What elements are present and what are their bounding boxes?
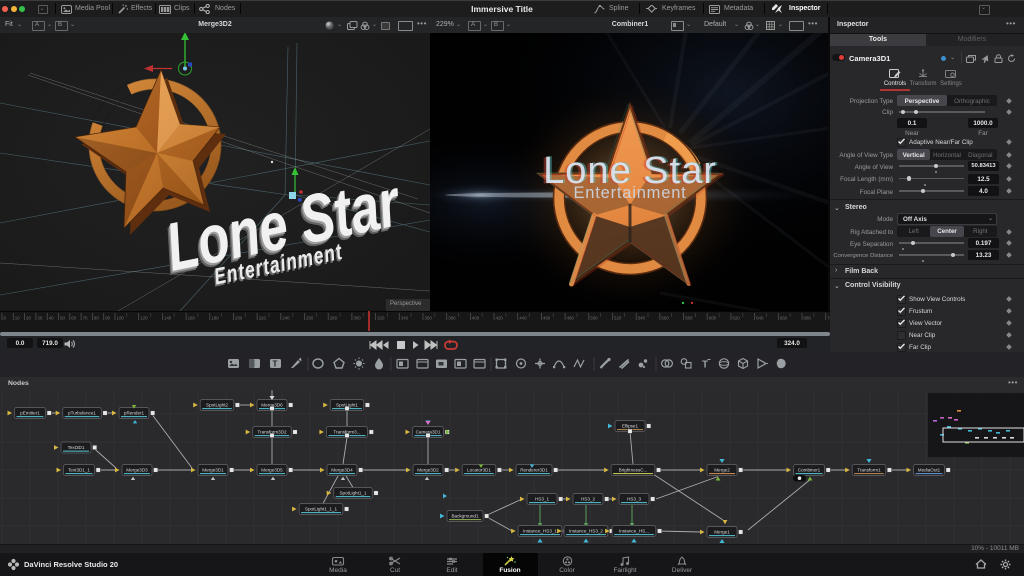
svg-text:440: 440 (519, 316, 527, 321)
svg-text:BrightnessC...: BrightnessC... (619, 468, 648, 473)
svg-text:360: 360 (425, 316, 433, 321)
svg-text:Instance_HS3_2: Instance_HS3_2 (569, 529, 603, 534)
svg-text:200: 200 (235, 316, 243, 321)
svg-text:680: 680 (804, 316, 812, 321)
svg-text:700: 700 (827, 316, 830, 321)
svg-text:HS3_2: HS3_2 (581, 497, 595, 502)
svg-text:Instance_HS3_1: Instance_HS3_1 (523, 529, 557, 534)
svg-text:540: 540 (638, 316, 646, 321)
svg-text:Background1: Background1 (451, 514, 479, 519)
svg-text:160: 160 (188, 316, 196, 321)
svg-text:Text3D1_1: Text3D1_1 (68, 468, 90, 473)
svg-text:SpotLight1_1_1: SpotLight1_1_1 (305, 507, 338, 512)
svg-text:80: 80 (94, 316, 99, 321)
svg-text:SpotLight2: SpotLight2 (206, 403, 228, 408)
svg-text:Renderer3D1: Renderer3D1 (520, 468, 548, 473)
svg-text:240: 240 (282, 316, 290, 321)
svg-text:640: 640 (756, 316, 764, 321)
svg-text:30: 30 (37, 316, 42, 321)
svg-text:Text3D1: Text3D1 (68, 445, 85, 450)
svg-text:620: 620 (732, 316, 740, 321)
svg-text:600: 600 (709, 316, 717, 321)
svg-text:Ellipse1: Ellipse1 (622, 424, 639, 429)
svg-text:480: 480 (567, 316, 575, 321)
svg-text:Locator3D1: Locator3D1 (467, 468, 491, 473)
svg-text:50: 50 (60, 316, 65, 321)
svg-text:10: 10 (15, 316, 20, 321)
svg-text:340: 340 (401, 316, 409, 321)
svg-text:280: 280 (330, 316, 338, 321)
svg-text:320: 320 (377, 316, 385, 321)
svg-text:100: 100 (117, 316, 125, 321)
svg-text:Transform1: Transform1 (857, 468, 881, 473)
svg-text:Instance_HS...: Instance_HS... (619, 529, 649, 534)
svg-text:70: 70 (83, 316, 88, 321)
svg-text:SpotLight1_1: SpotLight1_1 (339, 491, 367, 496)
svg-text:500: 500 (590, 316, 598, 321)
svg-text:Merge2: Merge2 (714, 468, 730, 473)
svg-text:260: 260 (306, 316, 314, 321)
svg-text:pRender1: pRender1 (124, 411, 145, 416)
svg-text:HS3_3: HS3_3 (627, 497, 641, 502)
svg-text:MediaOut1: MediaOut1 (918, 468, 941, 473)
svg-text:120: 120 (140, 316, 148, 321)
svg-text:Merge3D3: Merge3D3 (126, 468, 148, 473)
svg-text:T: T (702, 360, 708, 371)
svg-text:400: 400 (472, 316, 480, 321)
svg-text:90: 90 (105, 316, 110, 321)
svg-text:40: 40 (49, 316, 54, 321)
svg-text:140: 140 (164, 316, 172, 321)
svg-text:Merge3D1: Merge3D1 (202, 468, 224, 473)
svg-text:pEmitter1: pEmitter1 (20, 411, 40, 416)
svg-text:0: 0 (4, 316, 7, 321)
svg-text:Merge3D4: Merge3D4 (331, 468, 353, 473)
svg-text:Merge1: Merge1 (714, 530, 730, 535)
svg-text:20: 20 (26, 316, 31, 321)
svg-text:300: 300 (353, 316, 361, 321)
svg-text:60: 60 (71, 316, 76, 321)
svg-text:660: 660 (780, 316, 788, 321)
svg-text:T: T (273, 360, 278, 369)
svg-text:Entertainment: Entertainment (573, 184, 686, 202)
svg-text:460: 460 (543, 316, 551, 321)
svg-text:Merge3D5: Merge3D5 (261, 468, 283, 473)
svg-text:420: 420 (496, 316, 504, 321)
svg-text:Combiner1: Combiner1 (798, 468, 821, 473)
svg-text:180: 180 (211, 316, 219, 321)
svg-text:560: 560 (661, 316, 669, 321)
svg-text:pTurbulence1: pTurbulence1 (68, 411, 96, 416)
svg-text:Merge3D2: Merge3D2 (417, 468, 439, 473)
svg-text:HS3_1: HS3_1 (535, 497, 549, 502)
svg-text:520: 520 (614, 316, 622, 321)
svg-text:580: 580 (685, 316, 693, 321)
svg-text:220: 220 (259, 316, 267, 321)
svg-text:380: 380 (448, 316, 456, 321)
